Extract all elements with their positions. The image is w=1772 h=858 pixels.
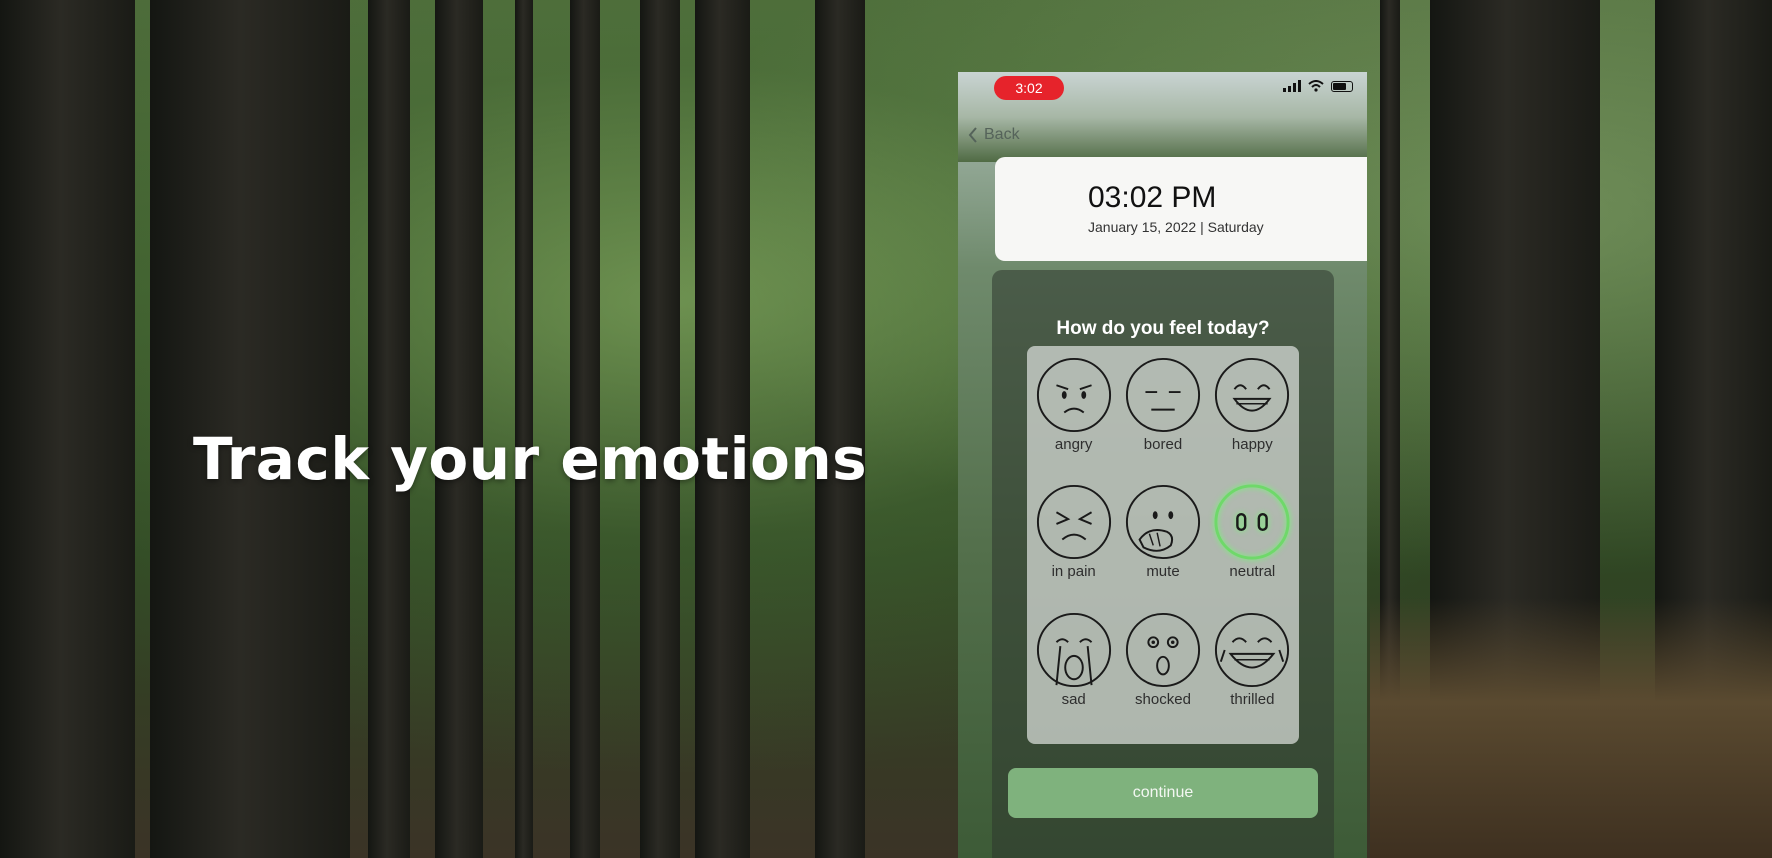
- mood-label: angry: [1054, 436, 1093, 453]
- mood-option-thrilled[interactable]: thrilled: [1208, 611, 1297, 738]
- hero-headline: Track your emotions: [193, 425, 868, 493]
- mood-label: shocked: [1135, 690, 1191, 708]
- current-date: January 15, 2022 | Saturday: [1088, 219, 1264, 235]
- status-bar: 3:02: [958, 72, 1367, 102]
- mood-option-mute[interactable]: mute: [1118, 483, 1207, 610]
- current-time: 03:02 PM: [1088, 181, 1217, 214]
- mood-question: How do you feel today?: [1056, 318, 1270, 339]
- mood-label: neutral: [1229, 563, 1276, 581]
- phone-mockup: 3:02 Back 03:02 PM January 15, 2022 | Sa…: [958, 72, 1367, 858]
- in-pain-face-icon: [1036, 485, 1111, 560]
- tree-trunk: [0, 0, 135, 858]
- mood-label: bored: [1143, 436, 1183, 453]
- mood-label: thrilled: [1230, 690, 1275, 708]
- back-label: Back: [984, 126, 1020, 143]
- mute-face-icon: [1125, 485, 1201, 560]
- back-button[interactable]: Back: [968, 126, 1020, 144]
- angry-face-icon: [1036, 357, 1111, 433]
- forest-floor: [1370, 598, 1772, 858]
- status-icons: [1283, 80, 1353, 92]
- thrilled-face-icon: [1215, 612, 1290, 687]
- signal-icon: [1283, 80, 1301, 92]
- emoji-grid: angry bored happy in pain mute neutral s…: [1027, 346, 1299, 744]
- continue-button[interactable]: continue: [1008, 768, 1318, 818]
- mood-label: mute: [1146, 563, 1180, 581]
- mood-option-angry[interactable]: angry: [1029, 356, 1118, 483]
- bored-face-icon: [1125, 357, 1201, 433]
- mood-option-shocked[interactable]: shocked: [1118, 611, 1207, 738]
- battery-icon: [1331, 80, 1353, 92]
- happy-face-icon: [1215, 357, 1290, 433]
- time-card: 03:02 PM January 15, 2022 | Saturday: [995, 157, 1367, 261]
- mood-option-bored[interactable]: bored: [1118, 356, 1207, 483]
- wifi-icon: [1308, 80, 1324, 92]
- mood-label: in pain: [1051, 563, 1096, 581]
- mood-label: happy: [1231, 436, 1273, 453]
- neutral-face-icon: [1214, 484, 1290, 560]
- sad-face-icon: [1036, 612, 1111, 687]
- mood-option-in-pain[interactable]: in pain: [1029, 483, 1118, 610]
- mood-option-happy[interactable]: happy: [1208, 356, 1297, 483]
- mood-option-sad[interactable]: sad: [1029, 611, 1118, 738]
- shocked-face-icon: [1125, 612, 1201, 687]
- status-time: 3:02: [994, 76, 1064, 100]
- chevron-left-icon: [968, 127, 977, 143]
- mood-option-neutral[interactable]: neutral: [1208, 483, 1297, 610]
- mood-label: sad: [1061, 690, 1086, 708]
